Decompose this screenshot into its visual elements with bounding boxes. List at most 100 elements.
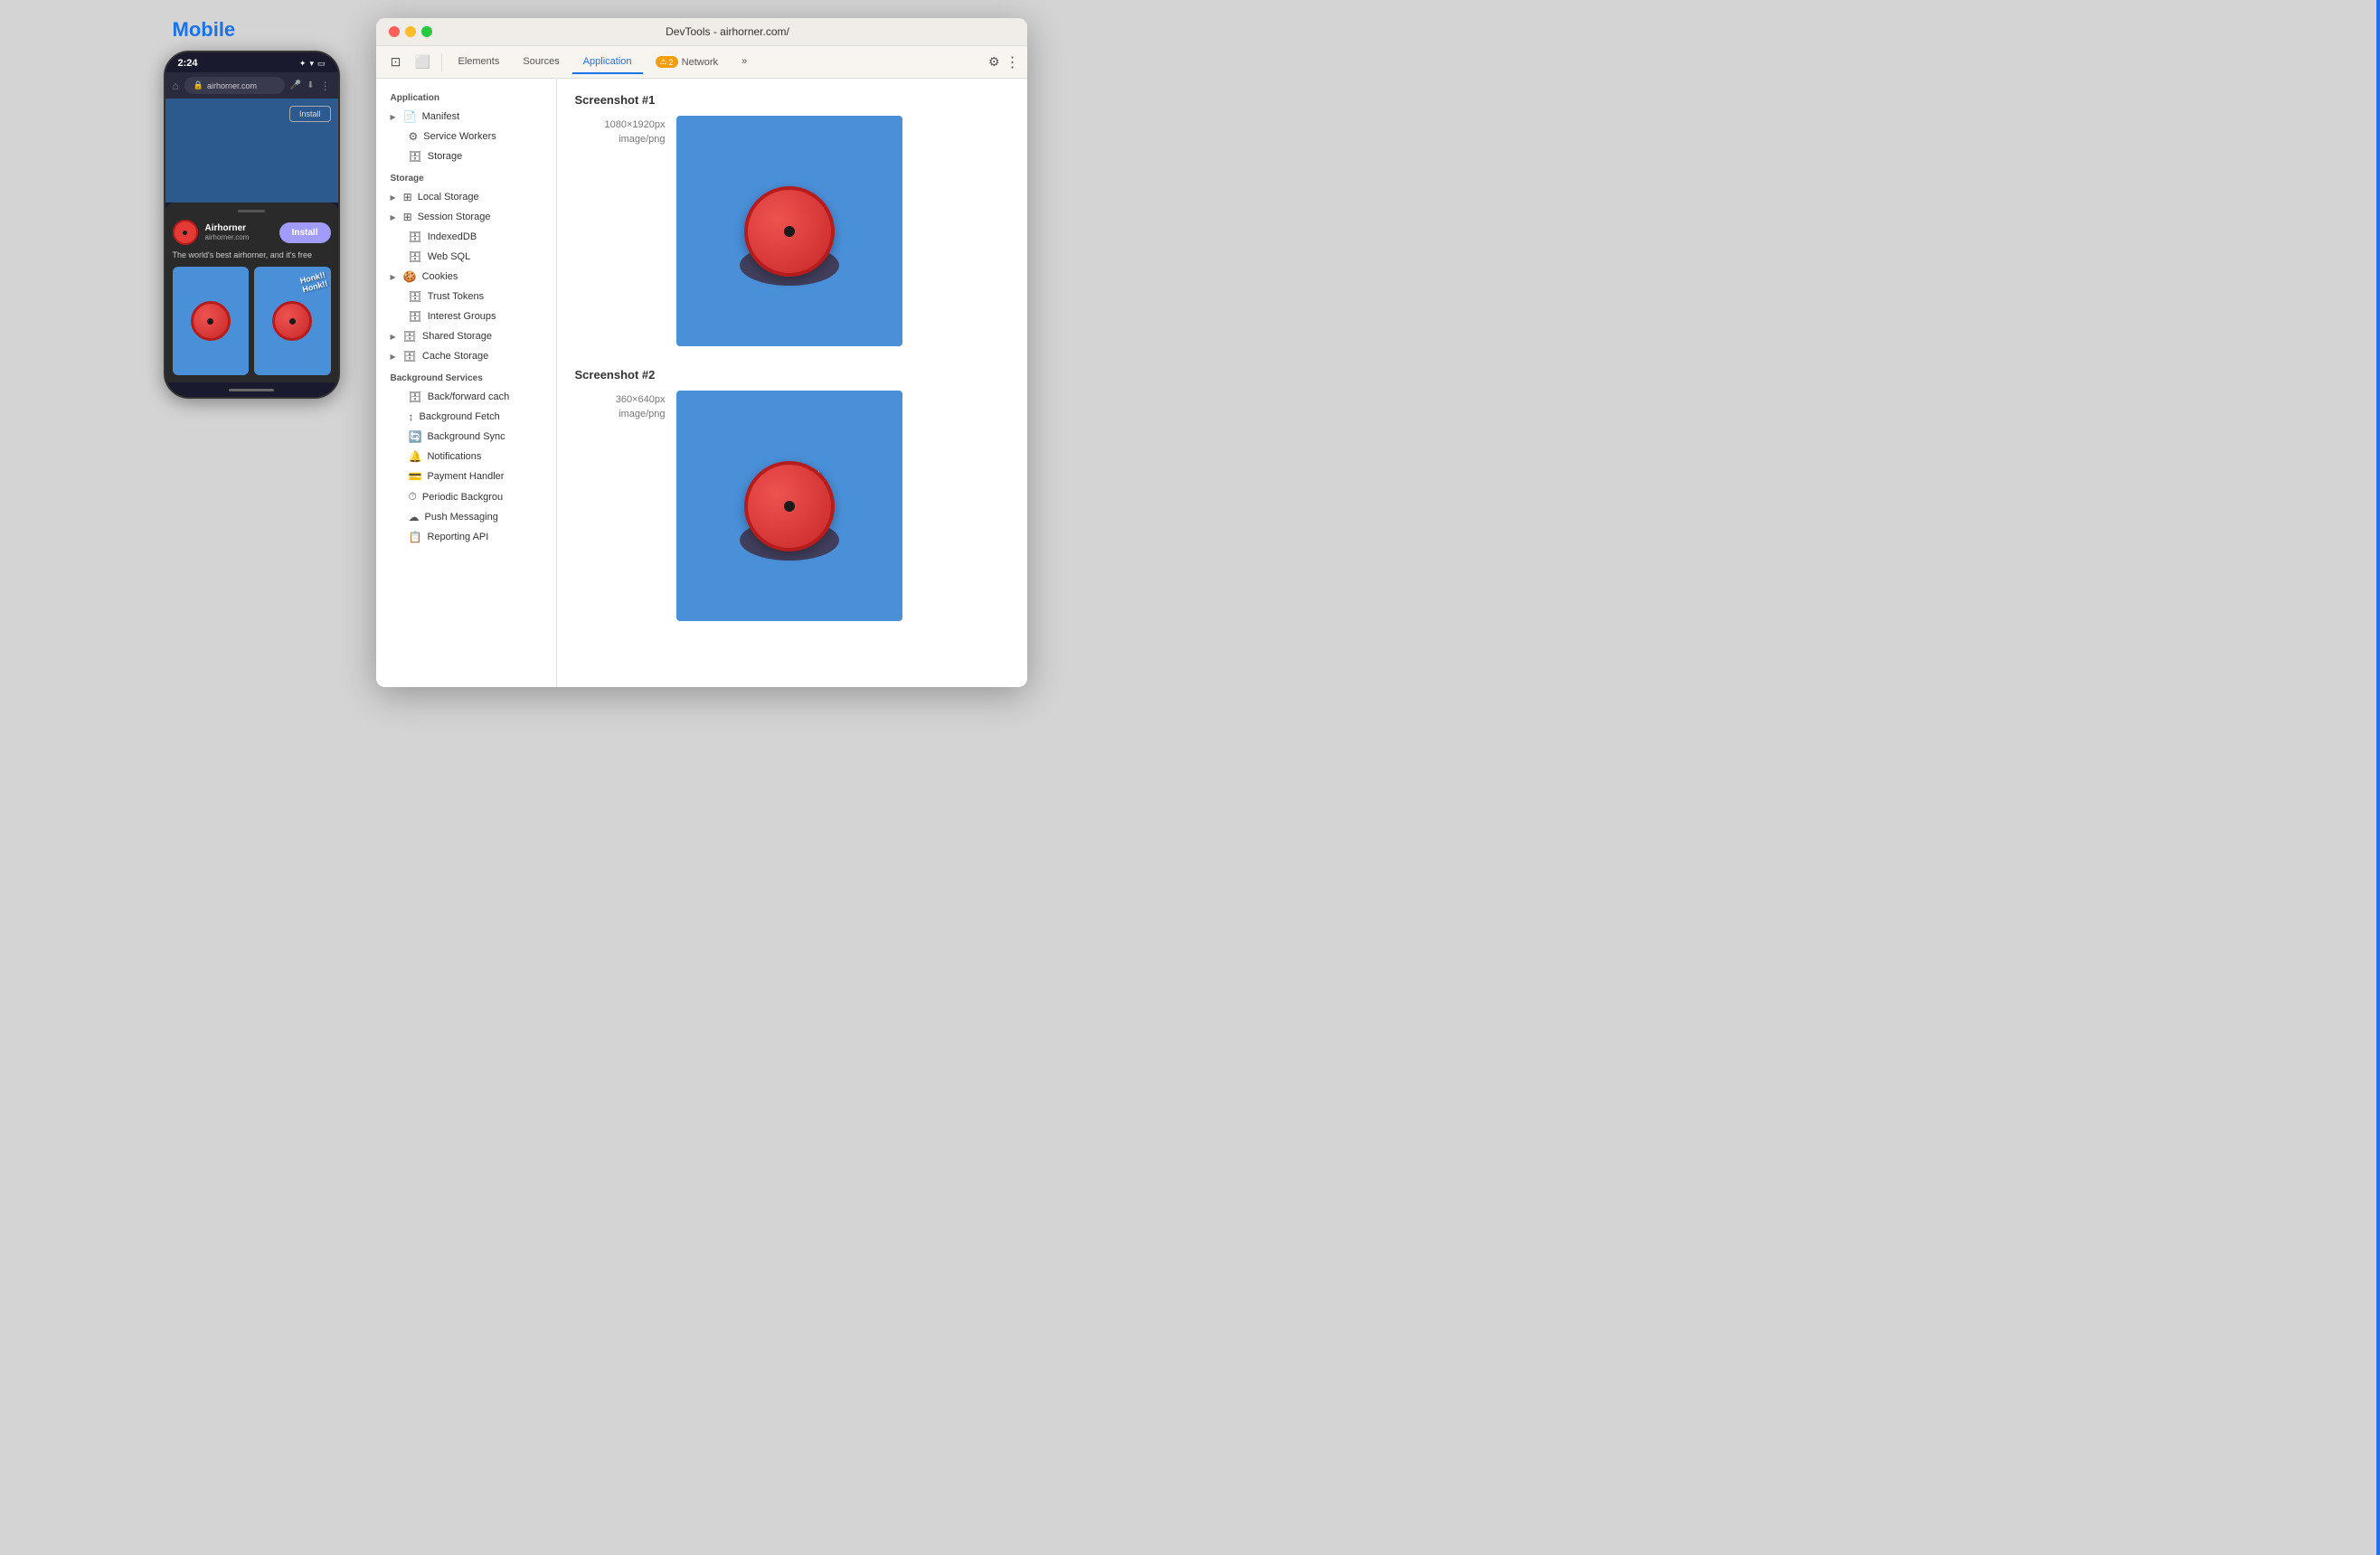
sidebar-section-bg-services: Background Services [376, 366, 556, 387]
phone-url-box[interactable]: 🔒 airhorner.com [184, 77, 285, 94]
bgs-label: Background Sync [427, 431, 505, 442]
horn-center-1 [207, 318, 213, 325]
bfc-icon: 🗄 [409, 391, 422, 403]
more-icon[interactable]: ⋮ [320, 80, 331, 92]
sidebar-item-shared-storage[interactable]: ▶ 🗄 Shared Storage [376, 326, 556, 346]
phone-bottom-bar [165, 382, 338, 397]
pay-icon: 💳 [409, 470, 422, 483]
sidebar-item-reporting-api[interactable]: 📋 Reporting API [376, 527, 556, 547]
minimize-button[interactable] [405, 26, 416, 37]
storage-icon: 🗄 [409, 150, 422, 163]
idb-label: IndexedDB [428, 231, 477, 242]
phone-screenshots-row: Honk!!Honk!! [173, 267, 331, 375]
pbg-label: Periodic Backgrou [422, 492, 503, 503]
sidebar-section-application: Application [376, 86, 556, 107]
devtools-body: Application ▶ 📄 Manifest ⚙ Service Worke… [376, 79, 1027, 687]
sidebar-item-storage[interactable]: 🗄 Storage [376, 146, 556, 166]
horn-center-large-1 [784, 226, 795, 237]
app-info-row: Airhorner airhorner.com Install [173, 220, 331, 245]
devtools-main-content: Screenshot #1 1080×1920px image/png [557, 79, 1027, 687]
ss-icon: ⊞ [403, 211, 412, 223]
devtools-titlebar: DevTools - airhorner.com/ [376, 18, 1027, 46]
shst-chevron: ▶ [391, 333, 396, 341]
screenshot-section-2: Screenshot #2 360×640px image/png Honk!!… [575, 368, 1009, 621]
ig-label: Interest Groups [428, 311, 496, 322]
app-icon-dot [183, 231, 187, 235]
pbg-icon: ⏱ [409, 490, 417, 504]
manifest-icon: 📄 [403, 110, 417, 123]
window-title: DevTools - airhorner.com/ [441, 25, 1015, 38]
sidebar-item-cookies[interactable]: ▶ 🍪 Cookies [376, 267, 556, 287]
shst-label: Shared Storage [422, 331, 492, 342]
home-icon[interactable]: ⌂ [173, 80, 179, 92]
settings-icon[interactable]: ⚙ [988, 54, 1000, 70]
horn-visual-2: Honk!!Honk!! [744, 461, 835, 551]
tab-sources[interactable]: Sources [512, 51, 570, 74]
tab-elements[interactable]: Elements [448, 51, 511, 74]
tab-application[interactable]: Application [572, 51, 643, 74]
more-options-icon[interactable]: ⋮ [1006, 53, 1020, 71]
bluetooth-icon: ✦ [299, 59, 307, 69]
phone-status-bar: 2:24 ✦ ▾ ▭ [165, 52, 338, 72]
install-button-sheet[interactable]: Install [279, 222, 331, 243]
device-icon[interactable]: ⬜ [411, 50, 436, 75]
screenshot-2-dimensions: 360×640px [575, 394, 666, 405]
bgf-label: Background Fetch [420, 411, 500, 422]
download-icon[interactable]: ⬇ [307, 80, 314, 90]
screenshot-section-1: Screenshot #1 1080×1920px image/png [575, 93, 1009, 346]
cookies-chevron: ▶ [391, 273, 396, 281]
sidebar-item-periodic-bg[interactable]: ⏱ Periodic Backgrou [376, 486, 556, 507]
tab-more[interactable]: » [731, 51, 758, 74]
push-label: Push Messaging [425, 512, 498, 523]
sidebar-item-indexeddb[interactable]: 🗄 IndexedDB [376, 227, 556, 247]
battery-icon: ▭ [317, 59, 326, 69]
sidebar-item-payment-handler[interactable]: 💳 Payment Handler [376, 466, 556, 486]
horn-center-2 [289, 318, 296, 325]
sidebar-item-push-messaging[interactable]: ☁ Push Messaging [376, 507, 556, 527]
sidebar-item-manifest[interactable]: ▶ 📄 Manifest [376, 107, 556, 127]
phone-screenshot-2: Honk!!Honk!! [254, 267, 331, 375]
storage-label: Storage [428, 151, 463, 162]
network-label: Network [682, 57, 718, 68]
sw-label: Service Workers [423, 131, 496, 142]
sidebar-item-local-storage[interactable]: ▶ ⊞ Local Storage [376, 187, 556, 207]
sidebar-item-notifications[interactable]: 🔔 Notifications [376, 447, 556, 466]
tab-network[interactable]: ⚠ 2 Network [645, 51, 729, 73]
inspect-icon[interactable]: ⊡ [383, 50, 409, 75]
close-button[interactable] [389, 26, 400, 37]
idb-icon: 🗄 [409, 231, 422, 243]
sidebar-item-bg-sync[interactable]: 🔄 Background Sync [376, 427, 556, 447]
manifest-label: Manifest [422, 111, 460, 122]
sidebar-item-session-storage[interactable]: ▶ ⊞ Session Storage [376, 207, 556, 227]
screenshot-2-image: Honk!!Honk!! [676, 391, 902, 621]
devtools-tabs-bar: ⊡ ⬜ Elements Sources Application ⚠ 2 Net… [376, 46, 1027, 79]
phone-frame: 2:24 ✦ ▾ ▭ ⌂ 🔒 airhorner.com 🎤 ⬇ ⋮ Insta… [164, 51, 340, 399]
mobile-section: Mobile 2:24 ✦ ▾ ▭ ⌂ 🔒 airhorner.com 🎤 ⬇ … [164, 18, 340, 399]
sidebar-item-cache-storage[interactable]: ▶ 🗄 Cache Storage [376, 346, 556, 366]
notif-label: Notifications [427, 451, 481, 462]
pay-label: Payment Handler [427, 471, 504, 482]
honk-text-phone: Honk!!Honk!! [299, 271, 329, 295]
phone-time: 2:24 [178, 58, 198, 69]
bottom-sheet: Airhorner airhorner.com Install The worl… [165, 203, 338, 382]
sidebar-item-trust-tokens[interactable]: 🗄 Trust Tokens [376, 287, 556, 306]
mic-icon[interactable]: 🎤 [290, 80, 301, 90]
horn-body-2 [744, 461, 835, 551]
screenshot-2-type: image/png [575, 409, 666, 419]
horn-icon-2 [272, 301, 312, 341]
manifest-chevron: ▶ [391, 113, 396, 121]
cache-label: Cache Storage [422, 351, 488, 362]
sidebar-item-interest-groups[interactable]: 🗄 Interest Groups [376, 306, 556, 326]
cache-icon: 🗄 [403, 350, 417, 363]
sidebar-item-bg-fetch[interactable]: ↕ Background Fetch [376, 407, 556, 427]
app-text: Airhorner airhorner.com [205, 223, 272, 241]
phone-screenshot-1 [173, 267, 250, 375]
sidebar-item-bfcache[interactable]: 🗄 Back/forward cach [376, 387, 556, 407]
sidebar-item-websql[interactable]: 🗄 Web SQL [376, 247, 556, 267]
sidebar-item-service-workers[interactable]: ⚙ Service Workers [376, 127, 556, 146]
phone-icons: ✦ ▾ ▭ [299, 59, 326, 69]
maximize-button[interactable] [421, 26, 432, 37]
install-button-top[interactable]: Install [289, 106, 331, 122]
warning-badge: ⚠ 2 [656, 56, 678, 68]
bgs-icon: 🔄 [409, 430, 422, 443]
